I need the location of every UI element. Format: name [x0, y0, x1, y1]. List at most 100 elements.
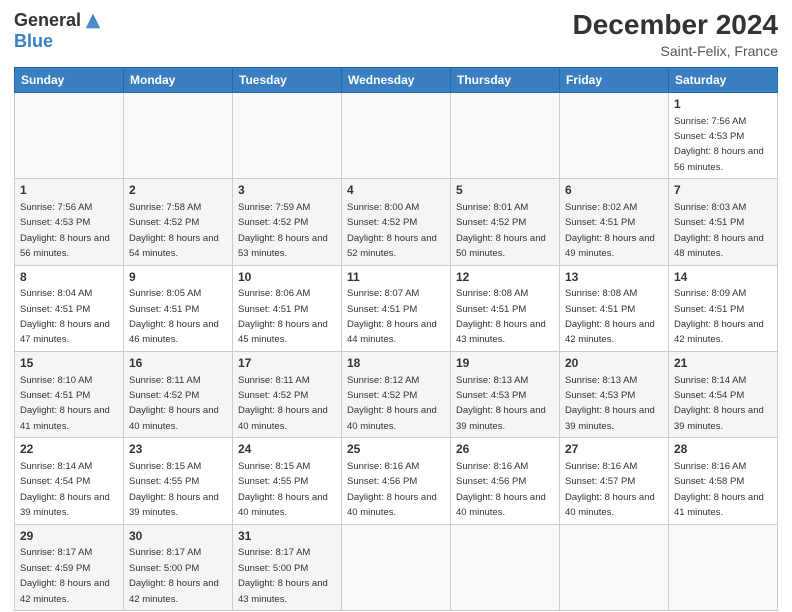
calendar-week-row: 15 Sunrise: 8:10 AMSunset: 4:51 PMDayligh… — [15, 351, 778, 437]
day-number: 15 — [20, 355, 118, 372]
table-row: 25Sunrise: 8:16 AMSunset: 4:56 PMDayligh… — [342, 438, 451, 524]
page: General Blue December 2024 Saint-Felix, … — [0, 0, 792, 612]
day-info: Sunrise: 7:56 AMSunset: 4:53 PMDaylight:… — [20, 202, 110, 259]
calendar-week-row: 22Sunrise: 8:14 AMSunset: 4:54 PMDayligh… — [15, 438, 778, 524]
calendar-week-row: 29 Sunrise: 8:17 AMSunset: 4:59 PMDayligh… — [15, 524, 778, 610]
table-row — [560, 524, 669, 610]
day-info: Sunrise: 8:06 AMSunset: 4:51 PMDaylight:… — [238, 288, 328, 345]
day-info: Sunrise: 8:15 AMSunset: 4:55 PMDaylight:… — [129, 461, 219, 518]
table-row — [451, 92, 560, 178]
day-number: 4 — [347, 182, 445, 199]
table-row — [124, 92, 233, 178]
table-row: 5 Sunrise: 8:01 AMSunset: 4:52 PMDaylight… — [451, 179, 560, 265]
day-number: 1 — [20, 182, 118, 199]
table-row: 28Sunrise: 8:16 AMSunset: 4:58 PMDayligh… — [669, 438, 778, 524]
logo-text: General — [14, 10, 102, 31]
table-row — [15, 92, 124, 178]
day-info: Sunrise: 8:17 AMSunset: 5:00 PMDaylight:… — [129, 547, 219, 604]
day-number: 1 — [674, 96, 772, 113]
table-row: 16Sunrise: 8:11 AMSunset: 4:52 PMDayligh… — [124, 351, 233, 437]
table-row: 10 Sunrise: 8:06 AMSunset: 4:51 PMDayligh… — [233, 265, 342, 351]
main-title: December 2024 — [573, 10, 778, 41]
day-info: Sunrise: 8:09 AMSunset: 4:51 PMDaylight:… — [674, 288, 764, 345]
table-row — [342, 92, 451, 178]
day-number: 5 — [456, 182, 554, 199]
table-row — [451, 524, 560, 610]
day-info: Sunrise: 8:16 AMSunset: 4:57 PMDaylight:… — [565, 461, 655, 518]
table-row: 4 Sunrise: 8:00 AMSunset: 4:52 PMDaylight… — [342, 179, 451, 265]
table-row: 8 Sunrise: 8:04 AMSunset: 4:51 PMDaylight… — [15, 265, 124, 351]
day-number: 10 — [238, 269, 336, 286]
day-info: Sunrise: 7:56 AMSunset: 4:53 PMDaylight:… — [674, 116, 764, 173]
calendar-week-row: 8 Sunrise: 8:04 AMSunset: 4:51 PMDaylight… — [15, 265, 778, 351]
logo-icon — [84, 12, 102, 30]
col-tuesday: Tuesday — [233, 67, 342, 92]
day-number: 27 — [565, 441, 663, 458]
table-row: 27 Sunrise: 8:16 AMSunset: 4:57 PMDayligh… — [560, 438, 669, 524]
day-number: 7 — [674, 182, 772, 199]
day-number: 6 — [565, 182, 663, 199]
day-number: 18 — [347, 355, 445, 372]
calendar-week-row: 1 Sunrise: 7:56 AMSunset: 4:53 PMDaylight… — [15, 92, 778, 178]
day-info: Sunrise: 8:14 AMSunset: 4:54 PMDaylight:… — [674, 375, 764, 432]
table-row: 29 Sunrise: 8:17 AMSunset: 4:59 PMDayligh… — [15, 524, 124, 610]
day-info: Sunrise: 8:15 AMSunset: 4:55 PMDaylight:… — [238, 461, 328, 518]
day-info: Sunrise: 8:13 AMSunset: 4:53 PMDaylight:… — [565, 375, 655, 432]
day-number: 13 — [565, 269, 663, 286]
col-wednesday: Wednesday — [342, 67, 451, 92]
day-info: Sunrise: 8:00 AMSunset: 4:52 PMDaylight:… — [347, 202, 437, 259]
day-number: 9 — [129, 269, 227, 286]
table-row: 23Sunrise: 8:15 AMSunset: 4:55 PMDayligh… — [124, 438, 233, 524]
day-info: Sunrise: 8:17 AMSunset: 4:59 PMDaylight:… — [20, 547, 110, 604]
day-info: Sunrise: 8:01 AMSunset: 4:52 PMDaylight:… — [456, 202, 546, 259]
col-saturday: Saturday — [669, 67, 778, 92]
day-number: 26 — [456, 441, 554, 458]
table-row — [233, 92, 342, 178]
title-block: December 2024 Saint-Felix, France — [573, 10, 778, 59]
day-number: 29 — [20, 528, 118, 545]
col-monday: Monday — [124, 67, 233, 92]
day-info: Sunrise: 8:16 AMSunset: 4:58 PMDaylight:… — [674, 461, 764, 518]
day-number: 11 — [347, 269, 445, 286]
day-info: Sunrise: 8:11 AMSunset: 4:52 PMDaylight:… — [238, 375, 328, 432]
table-row — [669, 524, 778, 610]
day-info: Sunrise: 8:13 AMSunset: 4:53 PMDaylight:… — [456, 375, 546, 432]
day-number: 2 — [129, 182, 227, 199]
table-row: 15 Sunrise: 8:10 AMSunset: 4:51 PMDayligh… — [15, 351, 124, 437]
table-row: 3Sunrise: 7:59 AMSunset: 4:52 PMDaylight… — [233, 179, 342, 265]
day-info: Sunrise: 8:16 AMSunset: 4:56 PMDaylight:… — [347, 461, 437, 518]
day-info: Sunrise: 8:10 AMSunset: 4:51 PMDaylight:… — [20, 375, 110, 432]
table-row: 30Sunrise: 8:17 AMSunset: 5:00 PMDayligh… — [124, 524, 233, 610]
header: General Blue December 2024 Saint-Felix, … — [14, 10, 778, 59]
day-number: 31 — [238, 528, 336, 545]
table-row: 21Sunrise: 8:14 AMSunset: 4:54 PMDayligh… — [669, 351, 778, 437]
day-number: 8 — [20, 269, 118, 286]
table-row: 6 Sunrise: 8:02 AMSunset: 4:51 PMDaylight… — [560, 179, 669, 265]
logo: General Blue — [14, 10, 102, 52]
day-info: Sunrise: 7:59 AMSunset: 4:52 PMDaylight:… — [238, 202, 328, 259]
table-row: 20 Sunrise: 8:13 AMSunset: 4:53 PMDayligh… — [560, 351, 669, 437]
table-row — [342, 524, 451, 610]
day-number: 16 — [129, 355, 227, 372]
subtitle: Saint-Felix, France — [573, 43, 778, 59]
day-info: Sunrise: 8:08 AMSunset: 4:51 PMDaylight:… — [565, 288, 655, 345]
day-number: 17 — [238, 355, 336, 372]
table-row: 1 Sunrise: 7:56 AMSunset: 4:53 PMDaylight… — [15, 179, 124, 265]
table-row — [560, 92, 669, 178]
table-row: 24Sunrise: 8:15 AMSunset: 4:55 PMDayligh… — [233, 438, 342, 524]
table-row: 31Sunrise: 8:17 AMSunset: 5:00 PMDayligh… — [233, 524, 342, 610]
table-row: 7Sunrise: 8:03 AMSunset: 4:51 PMDaylight… — [669, 179, 778, 265]
table-row: 2Sunrise: 7:58 AMSunset: 4:52 PMDaylight… — [124, 179, 233, 265]
table-row: 11Sunrise: 8:07 AMSunset: 4:51 PMDayligh… — [342, 265, 451, 351]
calendar-header-row: Sunday Monday Tuesday Wednesday Thursday… — [15, 67, 778, 92]
day-number: 20 — [565, 355, 663, 372]
day-number: 19 — [456, 355, 554, 372]
col-sunday: Sunday — [15, 67, 124, 92]
day-info: Sunrise: 8:04 AMSunset: 4:51 PMDaylight:… — [20, 288, 110, 345]
table-row: 1 Sunrise: 7:56 AMSunset: 4:53 PMDaylight… — [669, 92, 778, 178]
day-info: Sunrise: 8:14 AMSunset: 4:54 PMDaylight:… — [20, 461, 110, 518]
day-number: 12 — [456, 269, 554, 286]
col-friday: Friday — [560, 67, 669, 92]
day-info: Sunrise: 8:12 AMSunset: 4:52 PMDaylight:… — [347, 375, 437, 432]
day-info: Sunrise: 8:02 AMSunset: 4:51 PMDaylight:… — [565, 202, 655, 259]
